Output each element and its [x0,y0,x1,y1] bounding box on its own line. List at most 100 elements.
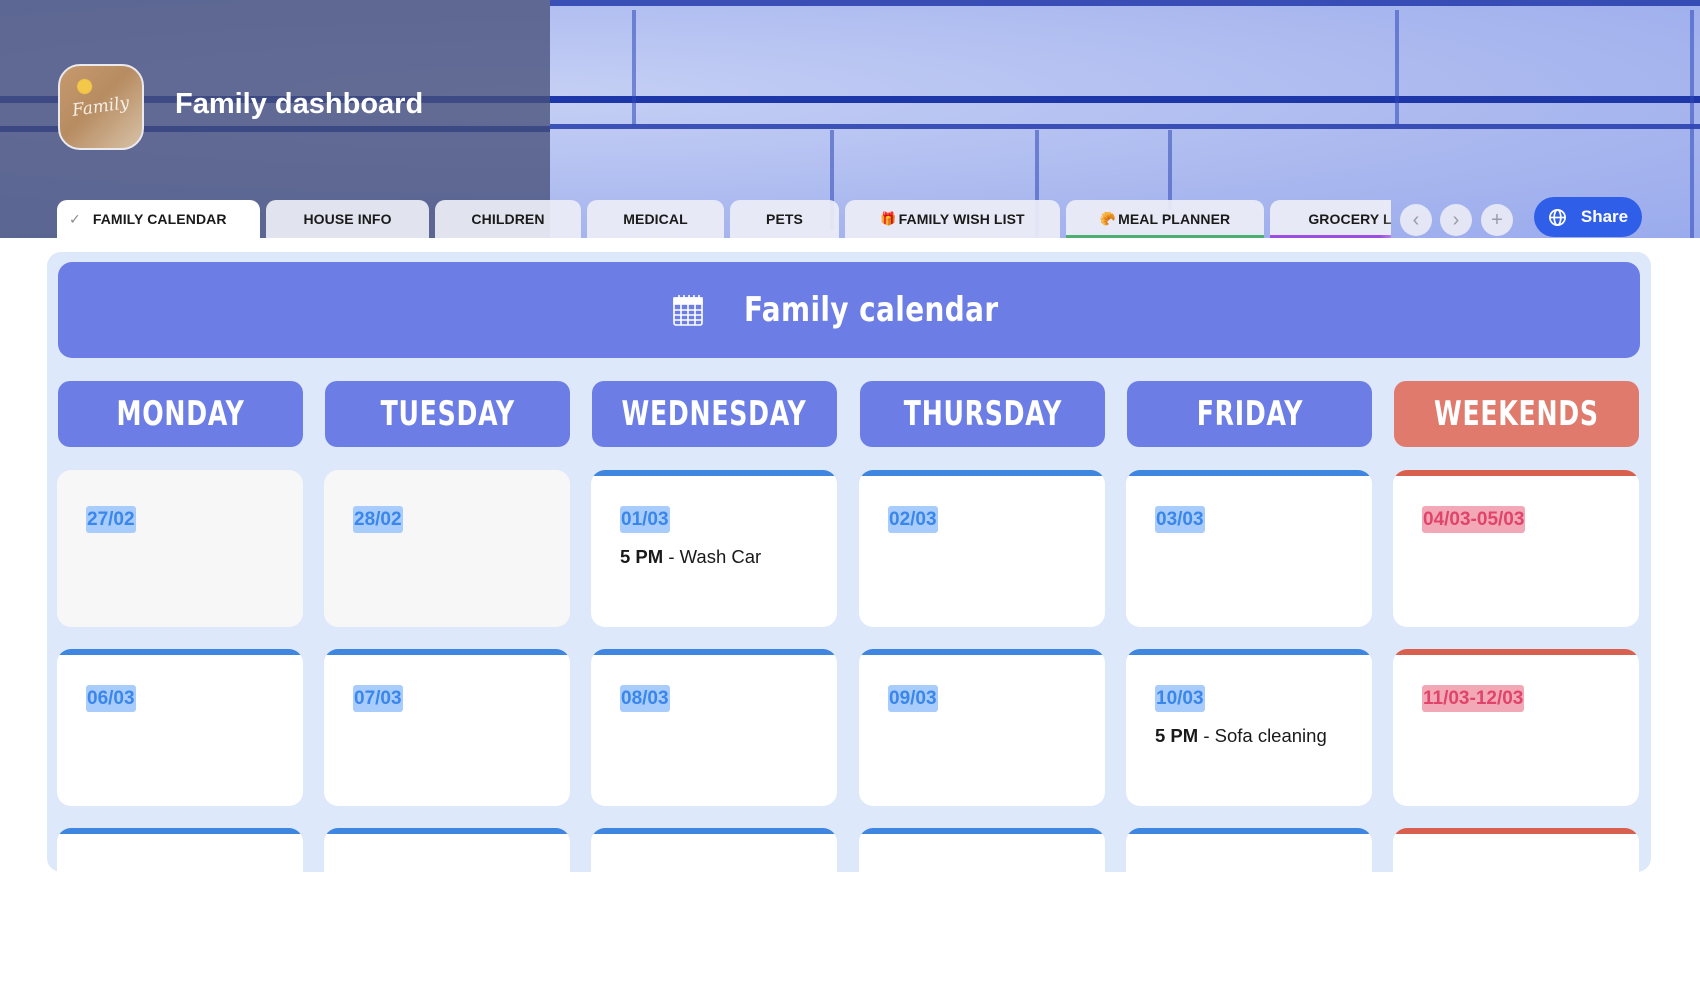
calendar-cell[interactable] [591,828,837,985]
tab-bar: ✓ FAMILY CALENDAR HOUSE INFO CHILDREN ME… [57,200,1391,238]
tab-label: MEAL PLANNER [1118,211,1231,227]
calendar-cell[interactable]: 28/02 [324,470,570,627]
day-header-thursday: THURSDAY [860,381,1105,447]
date-tag: 06/03 [86,685,136,712]
date-tag: 28/02 [353,506,403,533]
page-title: Family dashboard [175,88,424,120]
event-title: - Sofa cleaning [1198,725,1327,746]
date-tag: 11/03-12/03 [1422,685,1525,712]
calendar-cell[interactable]: 27/02 [57,470,303,627]
tab-meal-planner[interactable]: 🥐 MEAL PLANNER [1066,200,1264,238]
cell-top-bar [591,828,837,834]
cell-top-bar [591,470,837,476]
gift-icon: 🎁 [880,211,897,226]
tab-label: HOUSE INFO [303,211,392,227]
day-label: MONDAY [116,394,245,434]
cell-top-bar [859,828,1105,834]
tab-label: FAMILY WISH LIST [898,211,1025,227]
date-tag: 27/02 [86,506,136,533]
tab-label: FAMILY CALENDAR [92,211,227,227]
day-label: WEEKENDS [1434,394,1599,434]
cell-top-bar [1126,828,1372,834]
calendar-cell[interactable]: 11/03-12/03 [1393,649,1639,806]
day-header-weekends: WEEKENDS [1394,381,1639,447]
date-tag: 04/03-05/03 [1422,506,1526,533]
tab-children[interactable]: CHILDREN [435,200,581,238]
calendar-cell[interactable] [1393,828,1639,985]
calendar-icon [672,295,703,326]
chevron-left-icon: ‹ [1412,208,1420,231]
brick-mortar [550,0,1700,6]
event-time: 5 PM [1155,725,1199,746]
brick-joint [632,10,636,125]
calendar-title-banner: Family calendar [58,262,1640,358]
tab-underline [1270,235,1391,238]
globe-icon [1548,208,1566,226]
day-label: WEDNESDAY [621,394,808,434]
tab-medical[interactable]: MEDICAL [587,200,724,238]
tab-family-calendar[interactable]: ✓ FAMILY CALENDAR [57,200,260,238]
day-label: FRIDAY [1196,394,1303,434]
calendar-cell[interactable] [1126,828,1372,985]
cell-top-bar [859,470,1105,476]
calendar-event[interactable]: 5 PM - Wash Car [620,546,761,568]
tab-house-info[interactable]: HOUSE INFO [266,200,429,238]
tab-family-wish-list[interactable]: 🎁 FAMILY WISH LIST [845,200,1060,238]
calendar-event[interactable]: 5 PM - Sofa cleaning [1155,725,1327,747]
tab-label: GROCERY L [1308,211,1391,227]
calendar-cell[interactable]: 02/03 [859,470,1105,627]
date-tag: 02/03 [888,506,938,533]
tab-pets[interactable]: PETS [730,200,839,238]
add-tab-button[interactable]: + [1481,204,1513,236]
calendar-cell[interactable]: 04/03-05/03 [1393,470,1639,627]
tab-label: CHILDREN [471,211,545,227]
chevron-right-icon: › [1452,208,1460,231]
brick-joint [1168,130,1172,210]
dashboard-logo[interactable]: Family [58,64,144,150]
day-label: THURSDAY [903,394,1062,434]
share-button[interactable]: Share [1534,197,1642,237]
cell-top-bar [1393,470,1639,476]
date-tag: 07/03 [353,685,403,712]
date-tag: 01/03 [620,506,670,533]
tab-scroll-right-button[interactable]: › [1440,204,1472,236]
share-label: Share [1580,207,1629,226]
calendar-cell[interactable]: 01/03 5 PM - Wash Car [591,470,837,627]
croissant-icon: 🥐 [1099,211,1117,226]
date-tag: 10/03 [1155,685,1205,712]
cell-top-bar [57,828,303,834]
calendar-cell[interactable]: 09/03 [859,649,1105,806]
calendar-cell[interactable]: 08/03 [591,649,837,806]
calendar-cell[interactable] [57,828,303,985]
cell-top-bar [591,649,837,655]
cell-top-bar [1126,470,1372,476]
plus-icon: + [1491,208,1503,231]
day-header-friday: FRIDAY [1127,381,1372,447]
date-tag: 03/03 [1155,506,1205,533]
calendar-title: Family calendar [743,290,999,330]
day-header-tuesday: TUESDAY [325,381,570,447]
calendar-cell[interactable] [324,828,570,985]
tab-scroll-left-button[interactable]: ‹ [1400,204,1432,236]
logo-text: Family [71,93,131,121]
day-label: TUESDAY [380,394,515,434]
event-title: - Wash Car [663,546,762,567]
calendar-cell[interactable]: 07/03 [324,649,570,806]
tab-label: PETS [766,211,803,227]
date-tag: 09/03 [888,685,938,712]
calendar-board: Family calendar MONDAY TUESDAY WEDNESDAY… [47,252,1651,985]
event-time: 5 PM [620,546,664,567]
cell-top-bar [324,649,570,655]
calendar-cell[interactable]: 03/03 [1126,470,1372,627]
brick-joint [1395,10,1399,125]
cell-top-bar [324,828,570,834]
cell-top-bar [1393,828,1639,834]
tab-grocery-list[interactable]: GROCERY L [1270,200,1391,238]
brick-joint [1690,10,1694,238]
calendar-cell[interactable]: 10/03 5 PM - Sofa cleaning [1126,649,1372,806]
check-icon: ✓ [69,210,81,227]
calendar-cell[interactable]: 06/03 [57,649,303,806]
brick-mortar [550,124,1700,129]
cell-top-bar [57,649,303,655]
calendar-cell[interactable] [859,828,1105,985]
